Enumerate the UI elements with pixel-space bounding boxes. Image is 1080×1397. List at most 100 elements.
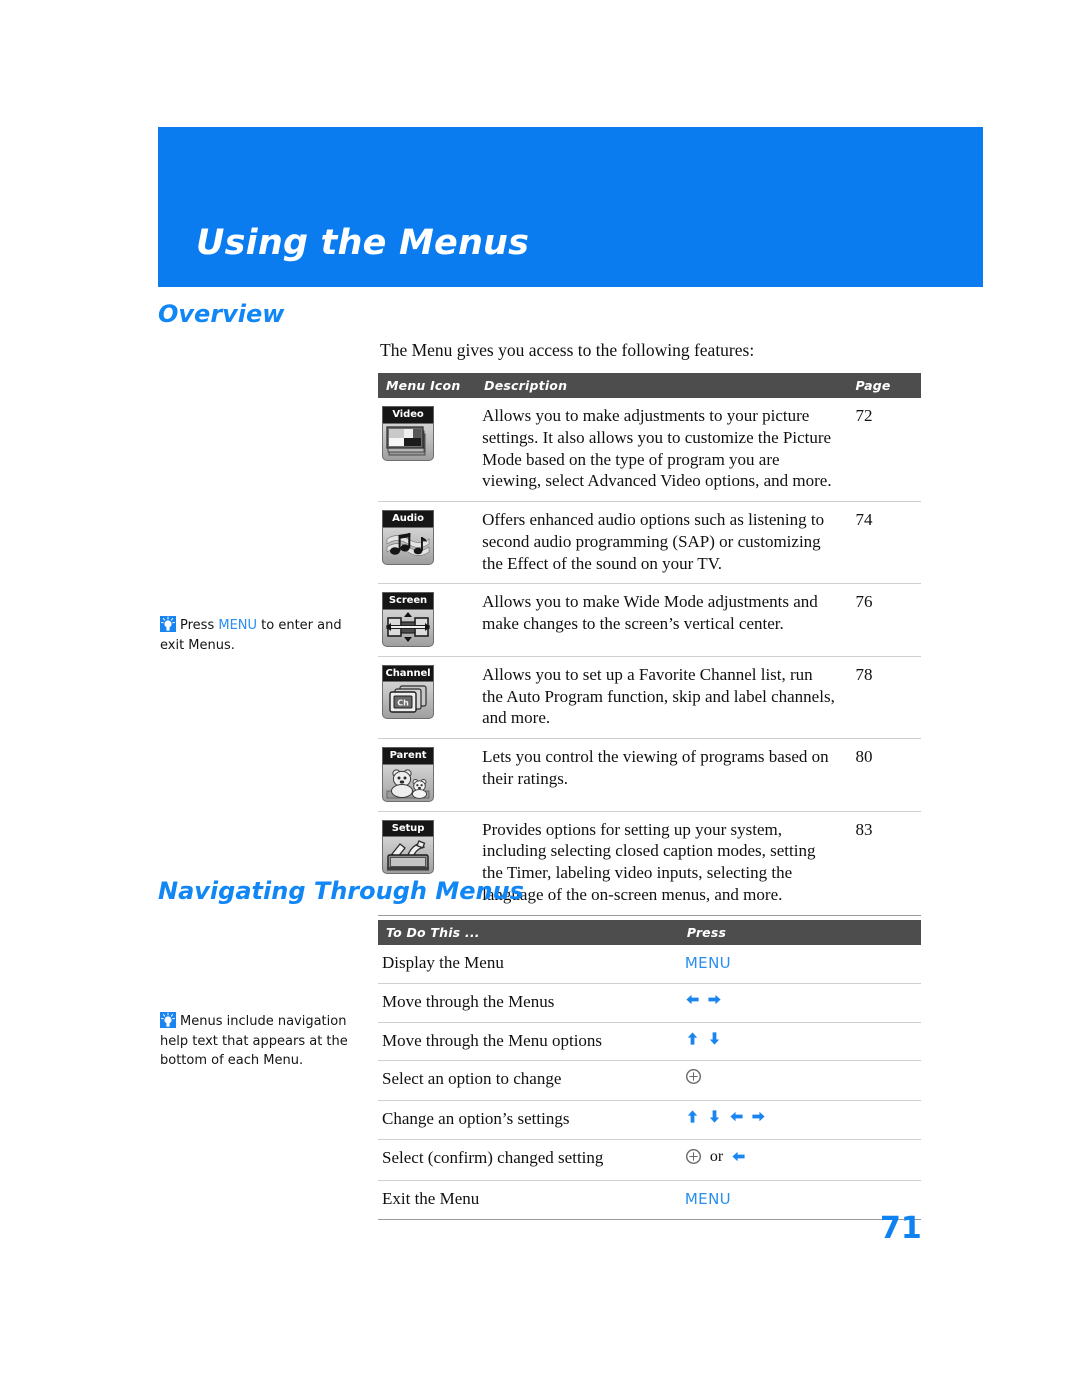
table-row: Display the Menu MENU — [378, 945, 921, 984]
chapter-title: Using the Menus — [196, 223, 530, 263]
table-row: Select (confirm) changed setting or — [378, 1139, 921, 1182]
setup-menu-icon-body — [382, 836, 434, 874]
nav-press-cell — [674, 983, 921, 1023]
up-arrow-icon — [687, 1031, 698, 1045]
tip-lightbulb-icon — [160, 616, 176, 632]
audio-menu-icon: Audio — [382, 510, 436, 565]
menu-page-cell: 74 — [847, 501, 921, 585]
video-picture-glyph — [386, 425, 426, 455]
right-arrow-icon — [708, 994, 721, 1004]
margin-note-help-text: Menus include navigation help text that … — [160, 1012, 360, 1071]
column-header-description: Description — [476, 373, 848, 398]
menu-key-label: MENU — [684, 954, 732, 972]
nav-press-cell — [674, 1100, 921, 1140]
column-header-menu-icon: Menu Icon — [378, 373, 477, 398]
table-row: Audio Offers enhanced audio options such… — [378, 501, 921, 585]
parent-bears-glyph — [386, 768, 430, 799]
margin-note-key: MENU — [218, 618, 258, 633]
tip-lightbulb-icon — [160, 1012, 176, 1028]
menu-icon-cell: Screen — [378, 583, 477, 657]
nav-action-cell: Select an option to change — [378, 1060, 675, 1101]
section-heading-navigating: Navigating Through Menus — [158, 877, 524, 905]
margin-note-text-after: Menus include navigation help text that … — [160, 1014, 348, 1068]
audio-notes-glyph — [386, 532, 430, 556]
channel-menu-icon: Channel Ch — [382, 664, 436, 720]
channel-menu-icon-body: Ch — [382, 681, 434, 720]
video-menu-icon-body — [382, 422, 434, 461]
svg-text:Ch: Ch — [397, 699, 409, 708]
column-header-page: Page — [847, 373, 921, 398]
table-row: Screen Allows you to make Wide Mode adju… — [378, 583, 921, 657]
nav-press-cell — [674, 1022, 921, 1062]
video-menu-icon: Video — [382, 406, 436, 461]
table-row: Move through the Menu options — [378, 1022, 921, 1062]
menu-icon-cell: Parent — [378, 738, 477, 812]
nav-press-cell: or — [674, 1139, 921, 1182]
overview-intro-text: The Menu gives you access to the followi… — [380, 340, 755, 360]
table-header-row: To Do This ... Press — [378, 920, 921, 945]
menu-description-cell: Allows you to make adjustments to your p… — [476, 398, 848, 502]
menu-page-cell: 72 — [847, 398, 921, 502]
menu-icon-cell: Video — [378, 398, 477, 502]
table-row: Channel Ch Allows you to set up a Favori… — [378, 656, 921, 740]
nav-press-cell: MENU — [674, 945, 921, 984]
left-arrow-icon — [686, 994, 699, 1004]
margin-note-text-before: Press — [180, 618, 219, 633]
menu-description-cell: Allows you to set up a Favorite Channel … — [476, 656, 848, 740]
table-row: Exit the Menu MENU — [378, 1180, 921, 1220]
menu-icon-cell: Channel Ch — [378, 656, 477, 740]
screen-menu-icon: Screen — [382, 592, 436, 647]
channel-menu-icon-label: Channel — [382, 664, 434, 682]
up-arrow-icon — [687, 1110, 698, 1123]
nav-action-cell: Move through the Menus — [378, 983, 675, 1023]
nav-action-cell: Exit the Menu — [378, 1180, 675, 1220]
parent-menu-icon-label: Parent — [382, 747, 434, 764]
menu-description-cell: Allows you to make Wide Mode adjustments… — [476, 583, 848, 657]
menu-page-cell: 76 — [847, 583, 921, 657]
table-row: Parent Lets you control the viewing of p… — [378, 738, 921, 812]
left-arrow-icon — [732, 1152, 745, 1162]
menu-page-cell: 80 — [847, 738, 921, 812]
page-number: 71 — [880, 1211, 922, 1246]
navigation-keys-table: To Do This ... Press Display the Menu ME… — [378, 920, 921, 1220]
down-arrow-icon — [709, 1031, 720, 1045]
menu-description-cell: Provides options for setting up your sys… — [476, 811, 848, 916]
column-header-press: Press — [674, 920, 921, 945]
margin-note-menu-key: Press MENU to enter and exit Menus. — [160, 616, 360, 655]
down-arrow-icon — [709, 1110, 720, 1123]
table-row: Video Allows you to make adjustments to … — [378, 398, 921, 502]
screen-menu-icon-label: Screen — [382, 592, 434, 609]
left-arrow-icon — [730, 1111, 743, 1122]
table-header-row: Menu Icon Description Page — [378, 373, 921, 398]
screen-menu-icon-body — [382, 608, 434, 647]
menu-icon-table: Menu Icon Description Page Video Allows … — [378, 373, 921, 916]
menu-page-cell: 83 — [847, 811, 921, 916]
table-row: Change an option’s settings — [378, 1100, 921, 1140]
nav-press-cell — [674, 1060, 921, 1101]
setup-menu-icon: Setup — [382, 819, 436, 874]
setup-menu-icon-label: Setup — [382, 819, 434, 836]
nav-action-cell: Display the Menu — [378, 945, 675, 984]
menu-description-cell: Offers enhanced audio options such as li… — [476, 501, 848, 585]
nav-action-cell: Change an option’s settings — [378, 1100, 675, 1140]
chapter-banner: Using the Menus — [158, 127, 983, 287]
screen-widemode-glyph — [386, 611, 430, 642]
menu-description-cell: Lets you control the viewing of programs… — [476, 738, 848, 812]
nav-action-cell: Move through the Menu options — [378, 1022, 675, 1062]
channel-cards-glyph: Ch — [389, 685, 427, 713]
setup-toolbox-glyph — [387, 840, 429, 871]
parent-menu-icon: Parent — [382, 747, 436, 802]
select-circle-icon — [685, 1149, 701, 1165]
audio-menu-icon-label: Audio — [382, 510, 434, 527]
table-row: Select an option to change — [378, 1060, 921, 1101]
menu-icon-cell: Audio — [378, 501, 477, 585]
column-header-to-do-this: To Do This ... — [378, 920, 675, 945]
right-arrow-icon — [752, 1111, 765, 1122]
parent-menu-icon-body — [382, 763, 434, 802]
select-circle-icon — [685, 1069, 701, 1085]
table-row: Move through the Menus — [378, 983, 921, 1023]
or-label: or — [709, 1147, 724, 1165]
audio-menu-icon-body — [382, 526, 434, 565]
nav-action-cell: Select (confirm) changed setting — [378, 1139, 675, 1182]
section-heading-overview: Overview — [158, 300, 285, 328]
